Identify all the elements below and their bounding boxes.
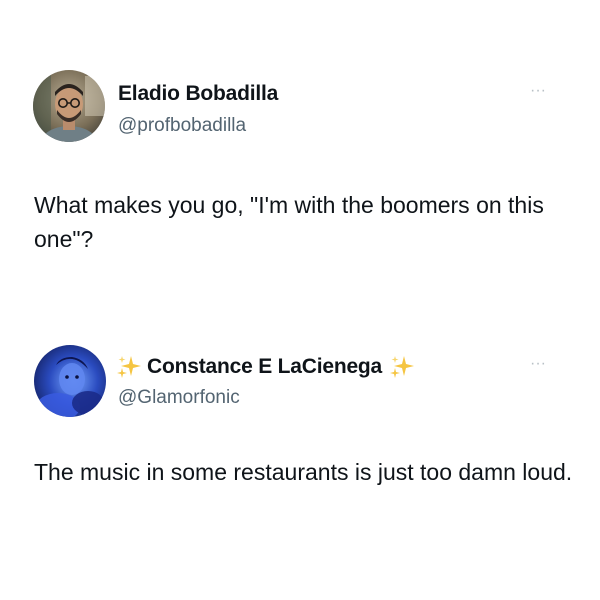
more-options-icon[interactable]: ··· — [530, 83, 546, 99]
sparkles-icon — [116, 354, 142, 380]
sparkles-icon — [389, 354, 415, 380]
avatar[interactable] — [34, 345, 106, 417]
user-handle[interactable]: @Glamorfonic — [118, 387, 240, 409]
display-name-text[interactable]: Eladio Bobadilla — [118, 82, 278, 106]
tweet-text: The music in some restaurants is just to… — [34, 459, 573, 485]
more-options-icon[interactable]: ··· — [530, 356, 546, 372]
avatar[interactable] — [33, 70, 105, 142]
user-handle[interactable]: @profbobadilla — [118, 115, 246, 137]
display-name-text[interactable]: Constance E LaCienega — [147, 355, 382, 379]
display-name[interactable]: Constance E LaCienega — [116, 354, 415, 380]
display-name[interactable]: Eladio Bobadilla — [118, 82, 278, 106]
tweet-text: What makes you go, "I'm with the boomers… — [34, 192, 544, 252]
